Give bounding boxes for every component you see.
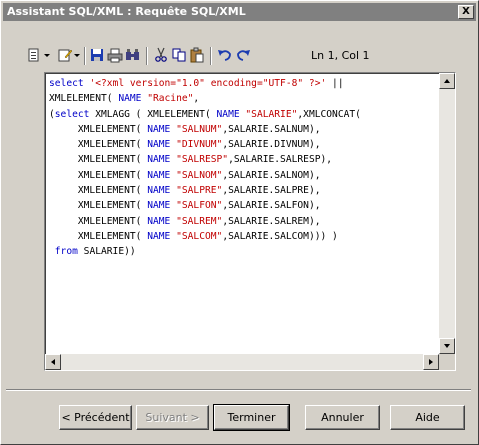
code-line: XMLELEMENT( NAME "SALNUM",SALARIE.SALNUM…: [49, 122, 361, 137]
sql-string: "SALARIE": [245, 108, 298, 120]
code-line: XMLELEMENT( NAME "Racine",: [49, 91, 361, 106]
scroll-right-button[interactable]: [423, 354, 439, 370]
sql-keyword: NAME: [147, 154, 171, 166]
sql-keyword: NAME: [147, 215, 171, 227]
sql-string: "SALNUM": [176, 123, 223, 135]
horizontal-scrollbar[interactable]: [45, 354, 439, 370]
sql-text: XMLELEMENT(: [49, 169, 148, 181]
code-line: XMLELEMENT( NAME "SALFON",SALARIE.SALFON…: [49, 198, 361, 213]
sql-keyword: select: [49, 78, 90, 89]
sql-string: "Racine": [147, 93, 194, 105]
sql-string: "DIVNUM": [176, 139, 223, 151]
cursor-position: Ln 1, Col 1: [311, 49, 370, 62]
sql-string: '<?xml version="1.0" encoding="UTF-8" ?>…: [89, 78, 327, 89]
sql-keyword: NAME: [147, 230, 171, 242]
sql-text: ,SALARIE.SALREM),: [222, 215, 321, 227]
sql-string: "SALPRE": [176, 185, 223, 197]
sql-text: XMLELEMENT(: [49, 200, 148, 212]
vertical-scrollbar[interactable]: [439, 73, 455, 354]
code-line: (select XMLAGG ( XMLELEMENT( NAME "SALAR…: [49, 107, 361, 122]
close-button[interactable]: X: [458, 5, 474, 19]
cut-icon[interactable]: [152, 46, 170, 64]
sql-text: ,XMLCONCAT(: [297, 108, 361, 120]
sql-text: XMLELEMENT(: [49, 93, 119, 105]
button-divider: [6, 389, 471, 391]
print-icon[interactable]: [106, 46, 124, 64]
sql-text: ,SALARIE.SALCOM))) ): [222, 230, 338, 242]
code-line: XMLELEMENT( NAME "SALPRE",SALARIE.SALPRE…: [49, 183, 361, 198]
sql-string: "SALRESP": [176, 154, 229, 166]
sql-keyword: NAME: [118, 93, 142, 105]
save-icon[interactable]: [88, 46, 106, 64]
sql-string: "SALREM": [176, 215, 223, 227]
toolbar-separator: [146, 47, 148, 65]
sql-text: SALARIE)): [77, 246, 136, 258]
sql-keyword: NAME: [147, 139, 171, 151]
finish-button[interactable]: Terminer: [213, 404, 290, 431]
scroll-left-button[interactable]: [45, 354, 61, 370]
sql-text: ,SALARIE.SALFON),: [222, 200, 321, 212]
sql-editor[interactable]: select '<?xml version="1.0" encoding="UT…: [44, 72, 456, 371]
sql-text: ,SALARIE.SALPRE),: [222, 185, 321, 197]
sql-keyword: NAME: [147, 185, 171, 197]
undo-icon[interactable]: [216, 46, 234, 64]
scroll-down-button[interactable]: [439, 338, 455, 354]
previous-button[interactable]: < Précédent: [59, 405, 132, 430]
sql-text: ,: [193, 93, 200, 105]
toolbar-separator: [84, 47, 86, 65]
chevron-down-icon[interactable]: [72, 46, 82, 64]
cancel-label: Annuler: [321, 411, 364, 424]
sql-text: ,SALARIE.SALNOM),: [222, 169, 321, 181]
code-line: XMLELEMENT( NAME "SALRESP",SALARIE.SALRE…: [49, 152, 361, 167]
sql-string: "SALNOM": [176, 169, 223, 181]
scrollbar-corner: [439, 354, 455, 370]
code-line: select '<?xml version="1.0" encoding="UT…: [49, 76, 361, 91]
sql-keyword: from: [54, 246, 78, 258]
code-line: XMLELEMENT( NAME "DIVNUM",SALARIE.DIVNUM…: [49, 137, 361, 152]
sql-text: XMLELEMENT(: [49, 123, 148, 135]
code-line: XMLELEMENT( NAME "SALREM",SALARIE.SALREM…: [49, 214, 361, 229]
window-title: Assistant SQL/XML : Requête SQL/XML: [7, 5, 246, 18]
sql-text: XMLELEMENT(: [49, 215, 148, 227]
find-icon[interactable]: [124, 46, 142, 64]
sql-text: XMLELEMENT(: [49, 230, 148, 242]
copy-icon[interactable]: [170, 46, 188, 64]
help-label: Aide: [415, 411, 440, 424]
sql-keyword: NAME: [147, 200, 171, 212]
sql-keyword: NAME: [147, 169, 171, 181]
sql-keyword: NAME: [216, 108, 240, 120]
finish-label: Terminer: [227, 411, 276, 424]
sql-code[interactable]: select '<?xml version="1.0" encoding="UT…: [49, 76, 361, 260]
title-bar: Assistant SQL/XML : Requête SQL/XML X: [3, 3, 476, 21]
sql-text: ,SALARIE.SALNUM),: [222, 123, 321, 135]
sql-string: "SALFON": [176, 200, 223, 212]
sql-text: XMLAGG ( XMLELEMENT(: [89, 108, 217, 120]
sql-text: XMLELEMENT(: [49, 185, 148, 197]
sql-text: XMLELEMENT(: [49, 154, 148, 166]
sql-string: "SALCOM": [176, 230, 223, 242]
help-button[interactable]: Aide: [390, 405, 465, 430]
code-line: XMLELEMENT( NAME "SALCOM",SALARIE.SALCOM…: [49, 229, 361, 244]
scroll-up-button[interactable]: [439, 73, 455, 89]
paste-icon[interactable]: [188, 46, 206, 64]
toolbar-separator: [210, 47, 212, 65]
next-button[interactable]: Suivant >: [136, 405, 209, 430]
sql-keyword: select: [54, 108, 90, 120]
cancel-button[interactable]: Annuler: [305, 405, 380, 430]
next-label: Suivant >: [145, 411, 200, 424]
redo-icon[interactable]: [234, 46, 252, 64]
code-line: XMLELEMENT( NAME "SALNOM",SALARIE.SALNOM…: [49, 168, 361, 183]
chevron-down-icon[interactable]: [42, 46, 52, 64]
sql-text: ||: [326, 78, 344, 89]
previous-label: < Précédent: [61, 411, 130, 424]
sql-text: XMLELEMENT(: [49, 139, 148, 151]
code-line: from SALARIE)): [49, 244, 361, 259]
sql-keyword: NAME: [147, 123, 171, 135]
sql-text: ,SALARIE.DIVNUM),: [222, 139, 321, 151]
sql-text: ,SALARIE.SALRESP),: [228, 154, 333, 166]
